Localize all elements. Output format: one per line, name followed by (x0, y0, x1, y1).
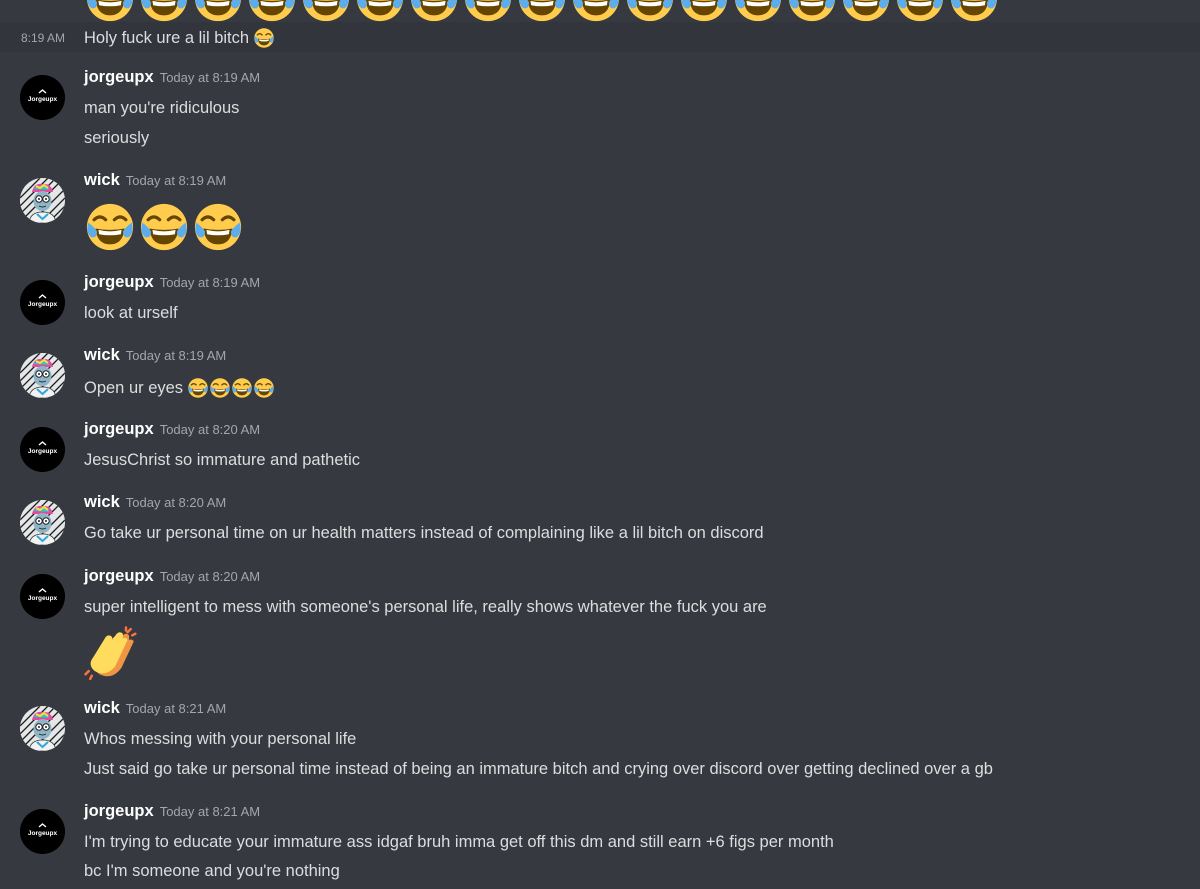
timestamp: Today at 8:19 AM (159, 70, 261, 85)
message-text: JesusChrist so immature and pathetic (84, 451, 361, 469)
face-with-tears-of-joy-icon (253, 27, 275, 49)
face-with-tears-of-joy-icon (138, 201, 190, 253)
message-emoji (84, 626, 142, 682)
message-content: Open ur eyes (84, 377, 275, 399)
message-text: Open ur eyes (84, 378, 184, 397)
message-text: super intelligent to mess with someone's… (84, 598, 767, 616)
timestamp: Today at 8:19 AM (159, 275, 261, 290)
timestamp: Today at 8:21 AM (159, 804, 261, 819)
avatar[interactable] (20, 178, 65, 223)
face-with-tears-of-joy-icon (948, 0, 1000, 24)
timestamp: Today at 8:21 AM (125, 701, 227, 716)
avatar[interactable] (20, 500, 65, 545)
avatar[interactable] (20, 353, 65, 398)
message-text: Go take ur personal time on ur health ma… (84, 524, 764, 542)
message-header: jorgeupx Today at 8:20 AM (84, 420, 260, 439)
message-text: Whos messing with your personal life (84, 730, 357, 748)
message-header: wick Today at 8:19 AM (84, 346, 226, 365)
username[interactable]: jorgeupx (84, 68, 154, 86)
avatar[interactable] (20, 706, 65, 751)
message-content: Holy fuck ure a lil bitch (84, 27, 275, 49)
message-header: jorgeupx Today at 8:21 AM (84, 802, 260, 821)
face-with-tears-of-joy-icon (462, 0, 514, 24)
username[interactable]: wick (84, 493, 120, 511)
face-with-tears-of-joy-icon (246, 0, 298, 24)
avatar[interactable] (20, 574, 65, 619)
timestamp: Today at 8:20 AM (159, 422, 261, 437)
message-header: wick Today at 8:20 AM (84, 493, 226, 512)
face-with-tears-of-joy-icon (786, 0, 838, 24)
timestamp: Today at 8:20 AM (125, 495, 227, 510)
face-with-tears-of-joy-icon (516, 0, 568, 24)
emoji-group (187, 377, 275, 399)
hovered-message-row[interactable]: 8:19 AM Holy fuck ure a lil bitch (0, 22, 1200, 52)
clapping-hands-icon (84, 626, 140, 682)
face-with-tears-of-joy-icon (84, 201, 136, 253)
previous-emoji-row (84, 0, 1000, 24)
face-with-tears-of-joy-icon (192, 201, 244, 253)
message-text: man you're ridiculous (84, 99, 240, 117)
username[interactable]: wick (84, 346, 120, 364)
avatar[interactable] (20, 280, 65, 325)
message-header: jorgeupx Today at 8:19 AM (84, 273, 260, 292)
username[interactable]: jorgeupx (84, 802, 154, 820)
avatar[interactable] (20, 809, 65, 854)
message-text: bc I'm someone and you're nothing (84, 862, 340, 880)
message-text: Just said go take ur personal time inste… (84, 760, 993, 778)
username[interactable]: wick (84, 699, 120, 717)
timestamp: Today at 8:19 AM (125, 173, 227, 188)
face-with-tears-of-joy-icon (678, 0, 730, 24)
message-header: jorgeupx Today at 8:20 AM (84, 567, 260, 586)
face-with-tears-of-joy-icon (840, 0, 892, 24)
message-text: seriously (84, 129, 150, 147)
username[interactable]: wick (84, 171, 120, 189)
face-with-tears-of-joy-icon (408, 0, 460, 24)
avatar[interactable] (20, 427, 65, 472)
username[interactable]: jorgeupx (84, 420, 154, 438)
message-text: look at urself (84, 304, 178, 322)
face-with-tears-of-joy-icon (732, 0, 784, 24)
username[interactable]: jorgeupx (84, 567, 154, 585)
face-with-tears-of-joy-icon (300, 0, 352, 24)
timestamp: Today at 8:20 AM (159, 569, 261, 584)
chat-messages: 8:19 AM Holy fuck ure a lil bitch jorgeu… (0, 0, 1200, 889)
hover-timestamp: 8:19 AM (21, 31, 66, 45)
face-with-tears-of-joy-icon (354, 0, 406, 24)
face-with-tears-of-joy-icon (192, 0, 244, 24)
face-with-tears-of-joy-icon (624, 0, 676, 24)
face-with-tears-of-joy-icon (231, 377, 253, 399)
message-header: wick Today at 8:21 AM (84, 699, 226, 718)
message-emoji (84, 201, 246, 253)
username[interactable]: jorgeupx (84, 273, 154, 291)
face-with-tears-of-joy-icon (209, 377, 231, 399)
face-with-tears-of-joy-icon (570, 0, 622, 24)
timestamp: Today at 8:19 AM (125, 348, 227, 363)
message-text: Holy fuck ure a lil bitch (84, 28, 250, 47)
message-header: jorgeupx Today at 8:19 AM (84, 68, 260, 87)
message-text: I'm trying to educate your immature ass … (84, 833, 834, 851)
face-with-tears-of-joy-icon (187, 377, 209, 399)
face-with-tears-of-joy-icon (253, 377, 275, 399)
face-with-tears-of-joy-icon (84, 0, 136, 24)
message-header: wick Today at 8:19 AM (84, 171, 226, 190)
face-with-tears-of-joy-icon (138, 0, 190, 24)
face-with-tears-of-joy-icon (894, 0, 946, 24)
avatar[interactable] (20, 75, 65, 120)
